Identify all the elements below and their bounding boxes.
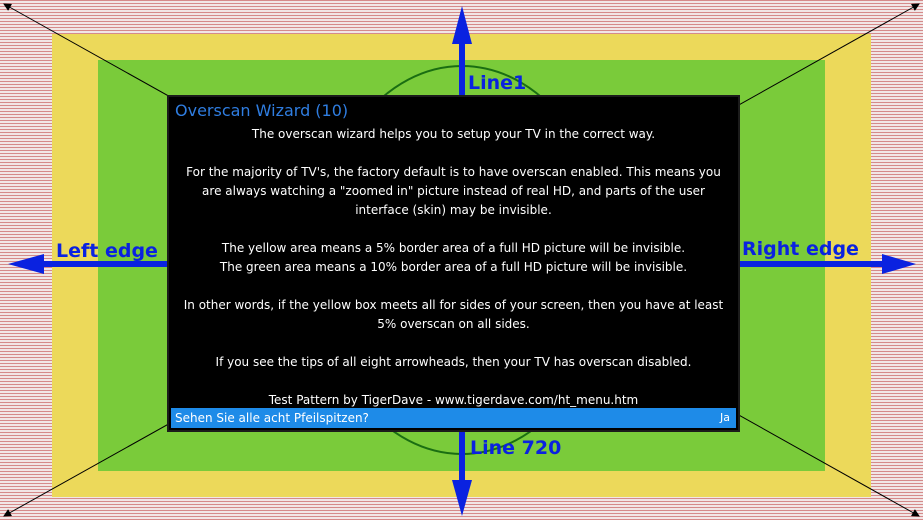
question-text: Sehen Sie alle acht Pfeilspitzen? — [175, 411, 369, 425]
right-edge-label: Right edge — [742, 238, 859, 260]
arrowheads-text: If you see the tips of all eight arrowhe… — [215, 355, 692, 369]
color-legend-text: The yellow area means a 5% border area o… — [219, 241, 688, 274]
yes-button[interactable]: Ja — [720, 408, 730, 428]
dialog-title: Overscan Wizard (10) — [175, 101, 349, 120]
left-edge-label: Left edge — [56, 240, 158, 262]
overscan-wizard-dialog: Overscan Wizard (10) The overscan wizard… — [167, 95, 740, 432]
yellow-box-text: In other words, if the yellow box meets … — [183, 298, 724, 331]
overscan-explanation-text: For the majority of TV's, the factory de… — [186, 165, 721, 217]
intro-text: The overscan wizard helps you to setup y… — [251, 127, 656, 141]
line720-label: Line 720 — [470, 437, 562, 459]
line1-label: Line1 — [468, 72, 527, 94]
question-bar[interactable]: Sehen Sie alle acht Pfeilspitzen? Ja — [171, 408, 736, 428]
dialog-body: The overscan wizard helps you to setup y… — [169, 125, 738, 410]
bottom-arrow — [452, 432, 472, 516]
